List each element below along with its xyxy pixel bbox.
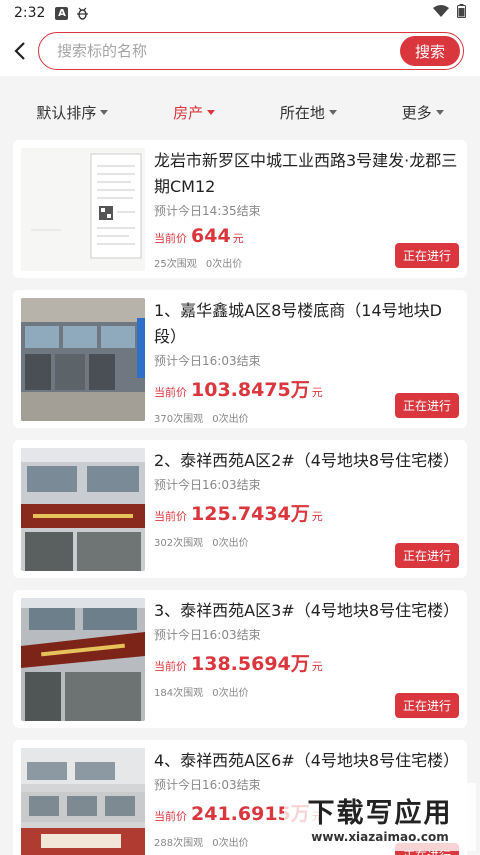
item-title: 1、嘉华鑫城A区8号楼底商（14号地块D段） bbox=[154, 301, 442, 346]
filter-label: 更多 bbox=[401, 103, 432, 122]
caret-down-icon bbox=[100, 109, 109, 115]
storefront-image bbox=[21, 298, 145, 421]
card-info: 3、泰祥西苑A区3#（4号地块8号住宅楼） 预计今日16:03结束 当前价 13… bbox=[145, 598, 459, 720]
price-label: 当前价 bbox=[154, 810, 187, 823]
filter-label: 房产 bbox=[173, 103, 204, 122]
auction-card[interactable]: 龙岩市新罗区中城工业西路3号建发·龙郡三期CM12 预计今日14:35结束 当前… bbox=[13, 140, 467, 278]
watermark: 下载写应用 www.xiazaimao.com bbox=[284, 783, 476, 851]
caret-down-icon bbox=[328, 109, 337, 115]
card-info: 1、嘉华鑫城A区8号楼底商（14号地块D段） 预计今日16:03结束 当前价 1… bbox=[145, 298, 459, 425]
price-line: 当前价 138.5694万 元 bbox=[154, 649, 459, 676]
auction-card[interactable]: 3、泰祥西苑A区3#（4号地块8号住宅楼） 预计今日16:03结束 当前价 13… bbox=[13, 590, 467, 728]
building-image bbox=[21, 748, 145, 855]
view-count: 184次围观 bbox=[154, 688, 204, 699]
price-label: 当前价 bbox=[154, 386, 187, 399]
current-price: 125.7434万 bbox=[191, 503, 310, 525]
watermark-title: 下载写应用 bbox=[307, 797, 453, 829]
price-label: 当前价 bbox=[154, 660, 187, 673]
card-info: 2、泰祥西苑A区2#（4号地块8号住宅楼） 预计今日16:03结束 当前价 12… bbox=[145, 448, 459, 570]
bid-count: 0次出价 bbox=[212, 414, 249, 425]
chevron-left-icon bbox=[14, 42, 25, 60]
caret-down-icon bbox=[435, 109, 444, 115]
view-count: 370次围观 bbox=[154, 414, 204, 425]
status-bar: 2:32 A bbox=[0, 0, 480, 26]
price-unit: 元 bbox=[232, 232, 244, 245]
document-image bbox=[21, 148, 145, 271]
building-image bbox=[21, 448, 145, 571]
filter-sort[interactable]: 默认排序 bbox=[36, 102, 109, 123]
bid-count: 0次出价 bbox=[212, 688, 249, 699]
view-count: 288次围观 bbox=[154, 838, 204, 849]
auction-card[interactable]: 1、嘉华鑫城A区8号楼底商（14号地块D段） 预计今日16:03结束 当前价 1… bbox=[13, 290, 467, 428]
end-time: 预计今日16:03结束 bbox=[154, 478, 261, 492]
auction-card[interactable]: 2、泰祥西苑A区2#（4号地块8号住宅楼） 预计今日16:03结束 当前价 12… bbox=[13, 440, 467, 578]
status-badge[interactable]: 正在进行 bbox=[394, 393, 459, 418]
wifi-icon bbox=[433, 5, 449, 21]
price-unit: 元 bbox=[311, 510, 323, 523]
search-button[interactable]: 搜索 bbox=[400, 36, 460, 66]
back-button[interactable] bbox=[10, 36, 30, 66]
bid-count: 0次出价 bbox=[205, 259, 243, 270]
status-badge[interactable]: 正在进行 bbox=[394, 243, 459, 268]
current-price: 103.8475万 bbox=[191, 379, 310, 401]
search-box: 搜索 bbox=[38, 32, 464, 70]
end-time: 预计今日14:35结束 bbox=[154, 204, 261, 218]
end-time: 预计今日16:03结束 bbox=[154, 354, 261, 368]
status-badge[interactable]: 正在进行 bbox=[394, 543, 459, 568]
item-title: 4、泰祥西苑A区6#（4号地块8号住宅楼） bbox=[154, 751, 460, 770]
filter-more[interactable]: 更多 bbox=[402, 102, 444, 123]
notification-bug-icon bbox=[76, 7, 89, 20]
current-price: 644 bbox=[191, 225, 231, 247]
price-unit: 元 bbox=[311, 660, 323, 673]
item-title: 3、泰祥西苑A区3#（4号地块8号住宅楼） bbox=[154, 601, 460, 620]
filter-location[interactable]: 所在地 bbox=[280, 102, 337, 123]
notification-a-icon: A bbox=[55, 6, 69, 20]
current-price: 138.5694万 bbox=[191, 653, 310, 675]
price-label: 当前价 bbox=[154, 232, 187, 245]
bid-count: 0次出价 bbox=[212, 838, 249, 849]
search-input[interactable] bbox=[57, 42, 400, 60]
battery-icon bbox=[457, 4, 466, 22]
filter-label: 默认排序 bbox=[36, 103, 97, 122]
building-image bbox=[21, 598, 145, 721]
auction-list: 龙岩市新罗区中城工业西路3号建发·龙郡三期CM12 预计今日14:35结束 当前… bbox=[0, 140, 480, 855]
view-count: 302次围观 bbox=[154, 538, 204, 549]
watermark-url: www.xiazaimao.com bbox=[311, 829, 449, 844]
status-badge[interactable]: 正在进行 bbox=[394, 693, 459, 718]
card-info: 龙岩市新罗区中城工业西路3号建发·龙郡三期CM12 预计今日14:35结束 当前… bbox=[145, 148, 459, 270]
price-label: 当前价 bbox=[154, 510, 187, 523]
price-unit: 元 bbox=[311, 386, 323, 399]
filter-property-type[interactable]: 房产 bbox=[173, 102, 216, 123]
bid-count: 0次出价 bbox=[212, 538, 249, 549]
view-count: 25次围观 bbox=[154, 259, 197, 270]
filter-bar: 默认排序 房产 所在地 更多 bbox=[0, 84, 480, 140]
end-time: 预计今日16:03结束 bbox=[154, 628, 261, 642]
price-line: 当前价 125.7434万 元 bbox=[154, 499, 459, 526]
filter-label: 所在地 bbox=[279, 103, 325, 122]
status-time: 2:32 bbox=[14, 5, 46, 21]
item-title: 2、泰祥西苑A区2#（4号地块8号住宅楼） bbox=[154, 451, 460, 470]
search-header: 搜索 bbox=[0, 26, 480, 76]
item-title: 龙岩市新罗区中城工业西路3号建发·龙郡三期CM12 bbox=[154, 151, 458, 196]
caret-down-icon bbox=[207, 109, 216, 115]
